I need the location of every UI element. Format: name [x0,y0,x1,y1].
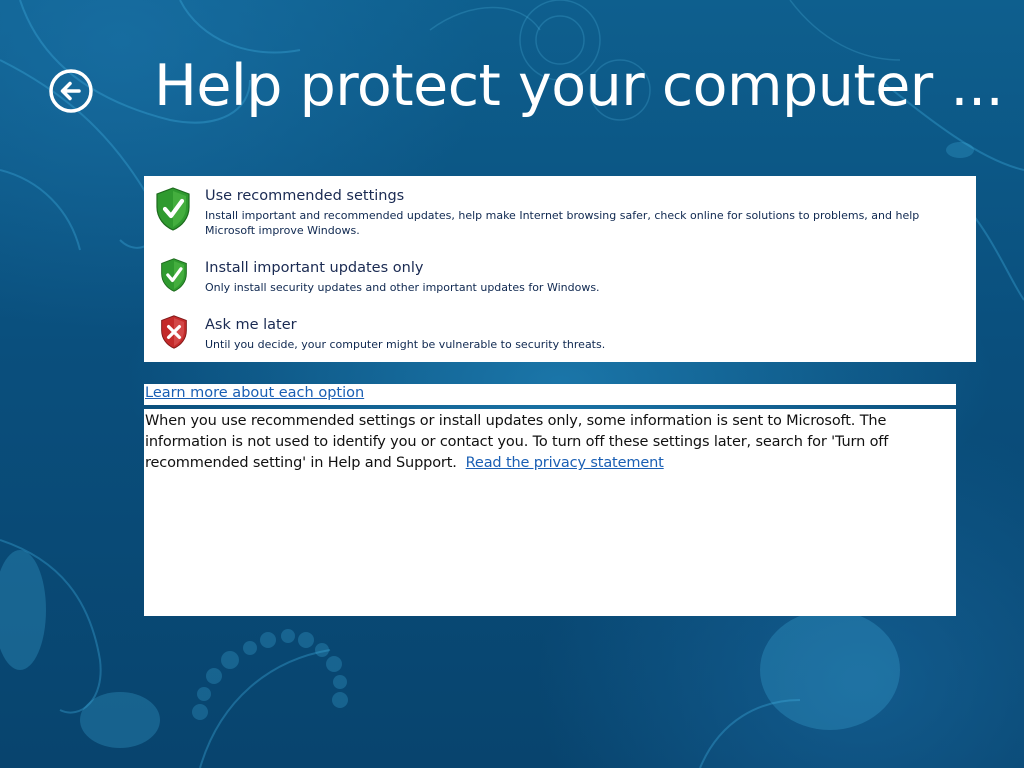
green-shield-check-icon [161,258,187,292]
option-important-updates-only[interactable]: Install important updates only Only inst… [144,252,976,300]
learn-more-bar: Learn more about each option [144,384,956,405]
back-button[interactable] [48,68,94,114]
option-description: Only install security updates and other … [205,281,600,294]
info-text-block: When you use recommended settings or ins… [145,411,957,474]
options-panel: Use recommended settings Install importa… [144,176,976,362]
back-arrow-icon [49,69,93,113]
option-description: Until you decide, your computer might be… [205,338,606,351]
option-title: Use recommended settings [205,188,405,204]
page-title: Help protect your computer ... [154,53,1004,119]
option-description: Install important and recommended update… [205,209,920,237]
info-panel: When you use recommended settings or ins… [144,409,956,616]
learn-more-link[interactable]: Learn more about each option [145,385,364,401]
option-title: Ask me later [205,317,297,333]
option-title: Install important updates only [205,260,424,276]
green-shield-check-icon [156,187,190,231]
privacy-statement-link[interactable]: Read the privacy statement [466,455,664,471]
option-use-recommended[interactable]: Use recommended settings Install importa… [144,176,976,242]
option-ask-me-later[interactable]: Ask me later Until you decide, your comp… [144,310,976,358]
red-shield-x-icon [161,315,187,349]
